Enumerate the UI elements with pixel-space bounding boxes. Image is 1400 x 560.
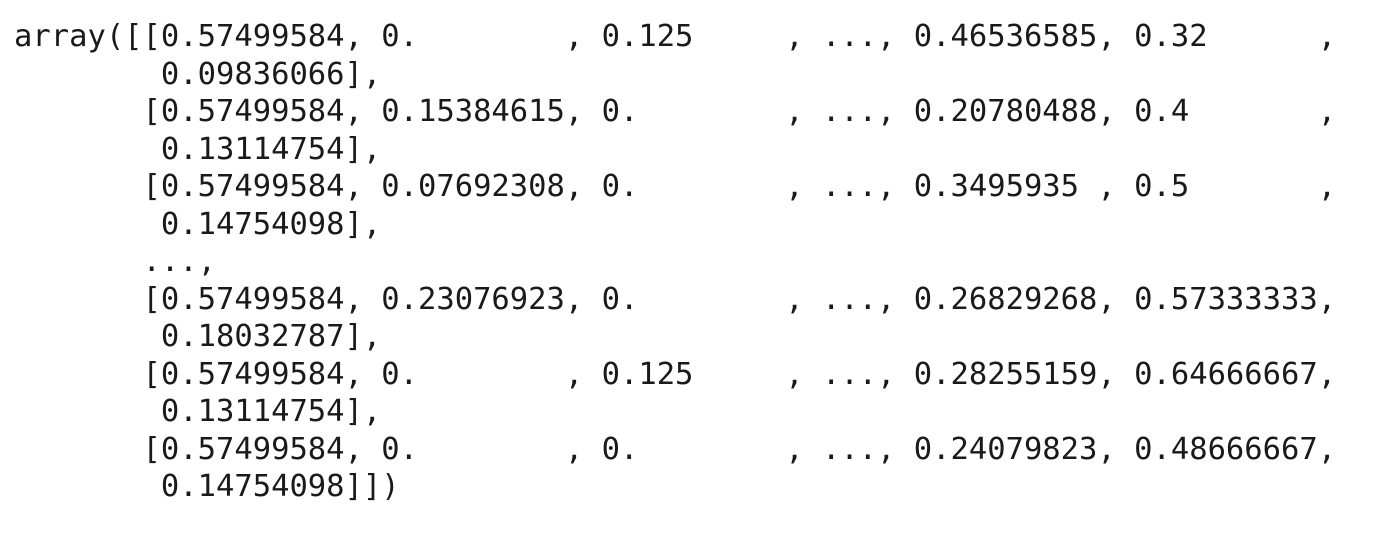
output-line: array([[0.57499584, 0. , 0.125 , ..., 0.…	[14, 19, 1337, 54]
output-line: [0.57499584, 0.23076923, 0. , ..., 0.268…	[14, 281, 1337, 317]
output-line: 0.13114754],	[14, 394, 382, 429]
output-line: 0.14754098]])	[14, 469, 400, 504]
output-line: 0.09836066],	[14, 56, 382, 92]
output-line: 0.18032787],	[14, 319, 382, 354]
output-line: [0.57499584, 0. , 0.125 , ..., 0.2825515…	[14, 356, 1337, 392]
output-line: 0.13114754],	[14, 131, 382, 167]
output-line: ...,	[14, 244, 216, 279]
output-line: 0.14754098],	[14, 206, 382, 242]
output-line: [0.57499584, 0.15384615, 0. , ..., 0.207…	[14, 94, 1337, 129]
array-output: array([[0.57499584, 0. , 0.125 , ..., 0.…	[14, 18, 1394, 506]
output-line: [0.57499584, 0.07692308, 0. , ..., 0.349…	[14, 169, 1337, 204]
output-line: [0.57499584, 0. , 0. , ..., 0.24079823, …	[14, 431, 1337, 467]
